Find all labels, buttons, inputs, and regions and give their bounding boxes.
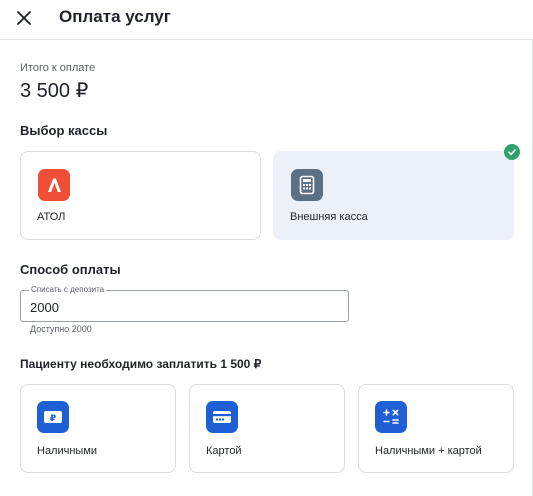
cashbox-option-external[interactable]: Внешняя касса	[273, 151, 514, 240]
deposit-helper-text: Доступно 2000	[30, 324, 92, 334]
cashbox-option-atol[interactable]: АТОЛ	[20, 151, 261, 240]
total-label: Итого к оплате	[20, 62, 96, 74]
method-cash[interactable]: ₽ Наличными	[20, 384, 176, 473]
method-label: Наличными + картой	[375, 445, 482, 457]
cash-icon: ₽	[37, 401, 69, 433]
svg-text:₽: ₽	[50, 414, 56, 424]
method-cash-and-card[interactable]: Наличными + картой	[358, 384, 514, 473]
deposit-field[interactable]: Списать с депозита 2000	[20, 285, 349, 322]
calculator-icon	[375, 401, 407, 433]
method-label: Наличными	[37, 445, 98, 457]
dialog-title: Оплата услуг	[59, 7, 171, 26]
cash-register-icon	[291, 169, 323, 201]
dialog-header: Оплата услуг	[0, 0, 533, 40]
check-icon	[504, 144, 520, 160]
deposit-field-value[interactable]: 2000	[30, 300, 59, 315]
close-icon[interactable]	[12, 6, 36, 30]
payment-section-title: Способ оплаты	[20, 262, 121, 277]
cashbox-section-title: Выбор кассы	[20, 123, 108, 138]
atol-logo-icon	[38, 169, 70, 201]
cashbox-option-label: Внешняя касса	[290, 211, 368, 223]
method-label: Картой	[206, 445, 242, 457]
card-icon	[206, 401, 238, 433]
method-card[interactable]: Картой	[189, 384, 345, 473]
deposit-field-label: Списать с депозита	[29, 285, 107, 295]
remaining-section-title: Пациенту необходимо заплатить 1 500 ₽	[20, 357, 262, 371]
total-amount: 3 500 ₽	[20, 80, 89, 102]
cashbox-option-label: АТОЛ	[37, 211, 66, 223]
